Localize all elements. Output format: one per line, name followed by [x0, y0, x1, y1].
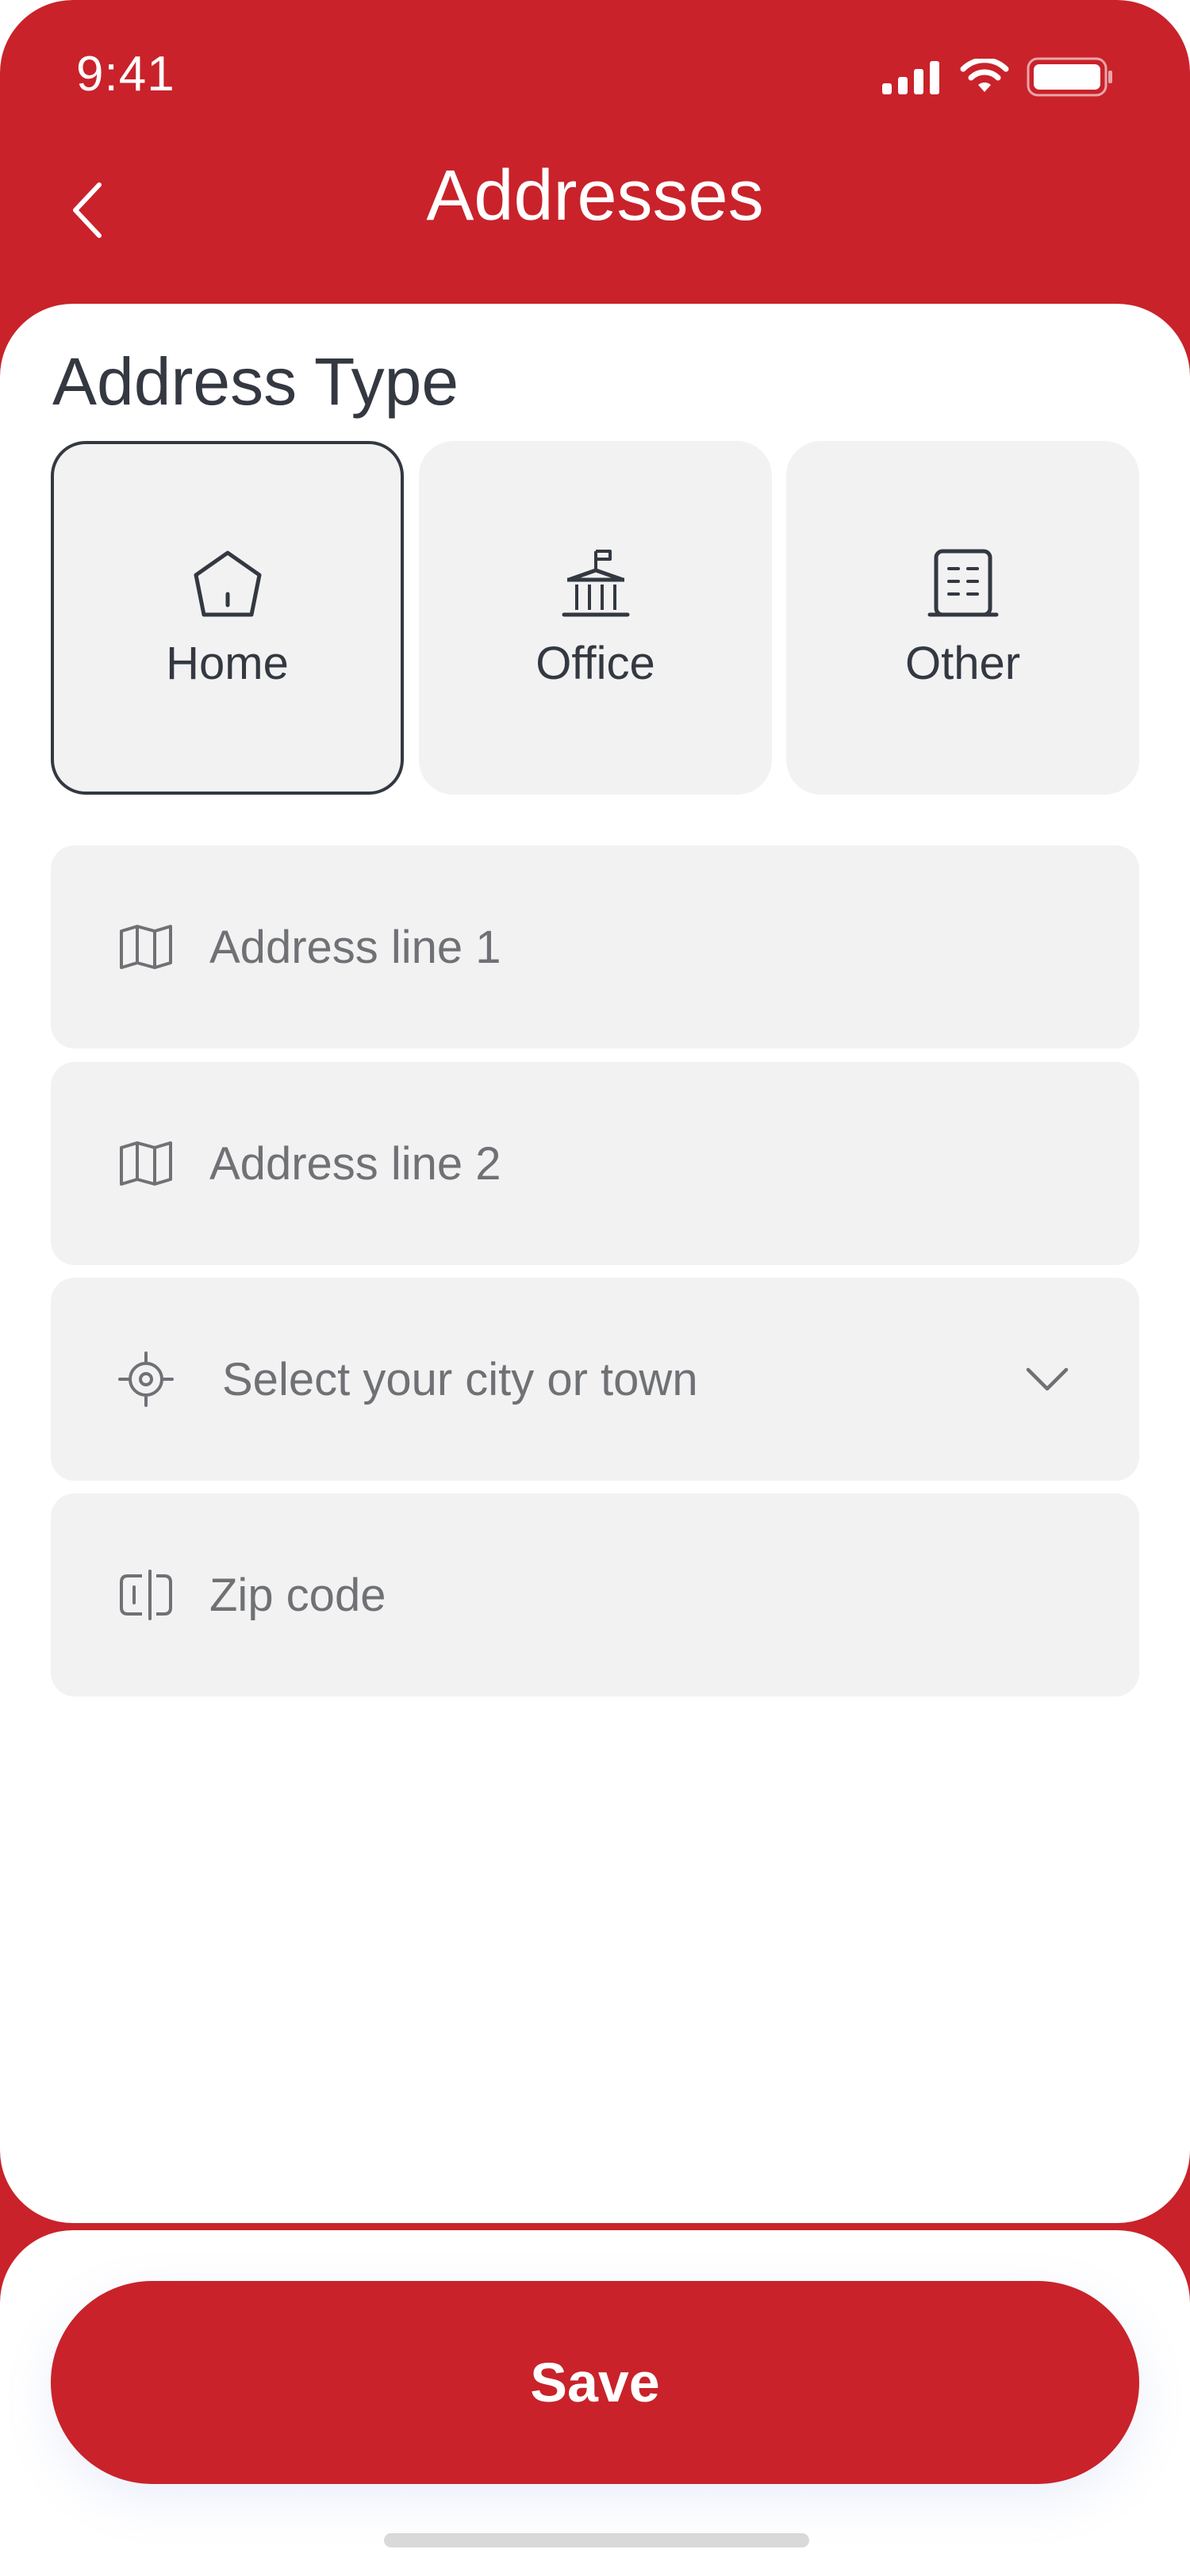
zip-code-icon: [114, 1563, 178, 1627]
address-type-home[interactable]: Home: [51, 441, 404, 795]
address-type-options: Home Office Other: [51, 441, 1139, 795]
location-target-icon: [114, 1347, 178, 1411]
address-type-title: Address Type: [52, 344, 459, 419]
app-screen: 9:41 Addresses Address Type Home Office …: [0, 0, 1190, 2576]
address-type-label: Home: [166, 637, 289, 689]
building-icon: [925, 546, 1001, 623]
city-placeholder: Select your city or town: [222, 1353, 698, 1405]
address-line-1-placeholder: Address line 1: [209, 921, 501, 973]
address-form-card: Address Type Home Office Other Address l…: [0, 304, 1190, 2223]
house-icon: [190, 546, 266, 623]
page-title: Addresses: [426, 156, 764, 236]
zip-code-placeholder: Zip code: [209, 1569, 386, 1621]
address-line-2-placeholder: Address line 2: [209, 1137, 501, 1190]
address-type-label: Office: [536, 637, 655, 689]
address-type-other[interactable]: Other: [786, 441, 1139, 795]
status-bar: 9:41: [0, 0, 1190, 151]
status-time: 9:41: [76, 47, 175, 102]
map-icon: [114, 1132, 178, 1195]
zip-code-input[interactable]: Zip code: [51, 1493, 1139, 1696]
status-icons: [882, 57, 1114, 97]
bottom-action-bar: Save: [0, 2230, 1190, 2576]
city-select[interactable]: Select your city or town: [51, 1278, 1139, 1481]
address-type-office[interactable]: Office: [419, 441, 772, 795]
signal-icon: [882, 61, 939, 94]
chevron-down-icon: [1026, 1367, 1069, 1391]
address-line-1-input[interactable]: Address line 1: [51, 845, 1139, 1048]
battery-icon: [1027, 57, 1112, 97]
map-icon: [114, 915, 178, 979]
nav-header: Addresses: [0, 151, 1190, 305]
home-indicator: [384, 2533, 809, 2547]
save-button[interactable]: Save: [51, 2281, 1139, 2484]
address-line-2-input[interactable]: Address line 2: [51, 1062, 1139, 1265]
office-building-icon: [558, 546, 634, 623]
wifi-icon: [960, 59, 1009, 92]
address-type-label: Other: [904, 637, 1021, 689]
